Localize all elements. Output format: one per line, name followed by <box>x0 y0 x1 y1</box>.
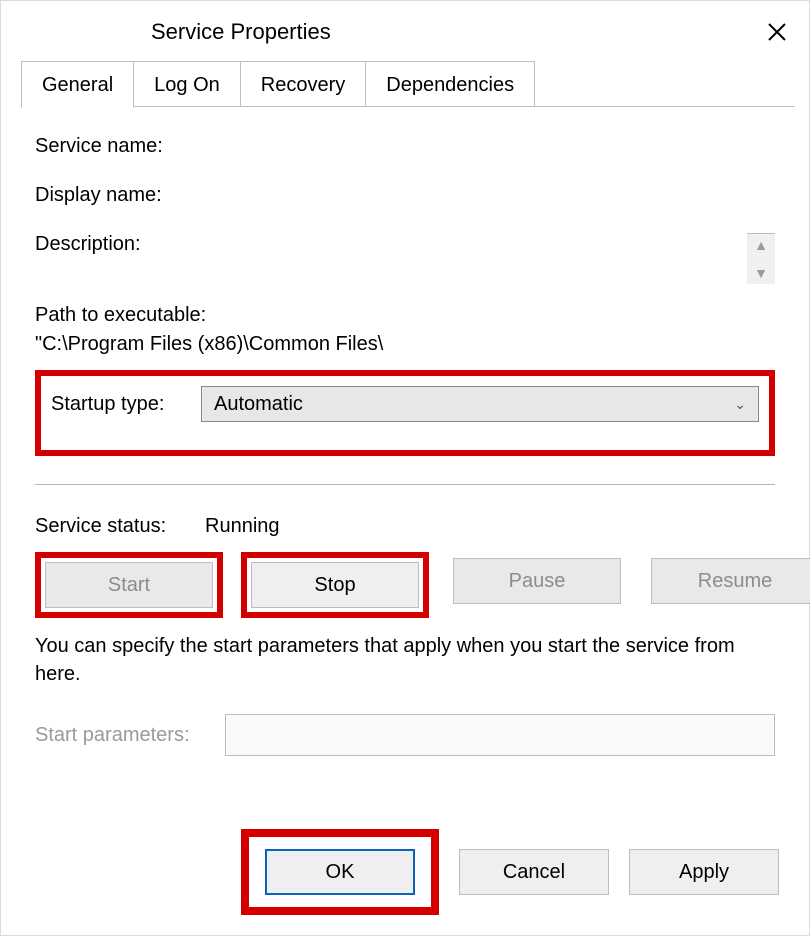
start-button-highlight: Start <box>35 552 223 618</box>
display-name-label: Display name: <box>35 184 205 207</box>
path-label: Path to executable: <box>35 304 775 327</box>
stop-button-highlight: Stop <box>241 552 429 618</box>
stop-button[interactable]: Stop <box>251 562 419 608</box>
window-title: Service Properties <box>151 19 331 45</box>
cancel-button[interactable]: Cancel <box>459 849 609 895</box>
dialog-footer: OK Cancel Apply <box>1 829 809 915</box>
description-label: Description: <box>35 233 205 256</box>
tab-logon[interactable]: Log On <box>133 61 241 107</box>
close-icon[interactable] <box>757 12 797 52</box>
start-parameters-label: Start parameters: <box>35 724 225 747</box>
titlebar: Service Properties <box>1 1 809 57</box>
scroll-up-icon[interactable]: ▲ <box>754 238 768 252</box>
service-name-label: Service name: <box>35 135 205 158</box>
ok-button[interactable]: OK <box>265 849 415 895</box>
resume-button: Resume <box>651 558 810 604</box>
general-tab-content: Service name: Display name: Description:… <box>1 107 809 756</box>
description-scrollbar[interactable]: ▲ ▼ <box>747 233 775 284</box>
pause-button: Pause <box>453 558 621 604</box>
tab-dependencies[interactable]: Dependencies <box>365 61 535 107</box>
startup-type-highlight: Startup type: Automatic ⌄ <box>35 370 775 456</box>
tab-recovery[interactable]: Recovery <box>240 61 366 107</box>
apply-button[interactable]: Apply <box>629 849 779 895</box>
tab-strip: General Log On Recovery Dependencies <box>1 61 809 107</box>
startup-type-select[interactable]: Automatic ⌄ <box>201 386 759 422</box>
ok-button-highlight: OK <box>241 829 439 915</box>
scroll-down-icon[interactable]: ▼ <box>754 266 768 280</box>
service-status-value: Running <box>205 515 280 538</box>
chevron-down-icon: ⌄ <box>734 396 746 413</box>
startup-type-label: Startup type: <box>51 393 201 416</box>
start-parameters-input <box>225 714 775 756</box>
tab-general[interactable]: General <box>21 61 134 108</box>
start-parameters-note: You can specify the start parameters tha… <box>35 632 775 688</box>
path-value: "C:\Program Files (x86)\Common Files\ <box>35 333 775 356</box>
start-button: Start <box>45 562 213 608</box>
startup-type-value: Automatic <box>214 393 303 416</box>
divider <box>35 484 775 485</box>
service-status-label: Service status: <box>35 515 205 538</box>
service-properties-dialog: Service Properties General Log On Recove… <box>0 0 810 936</box>
